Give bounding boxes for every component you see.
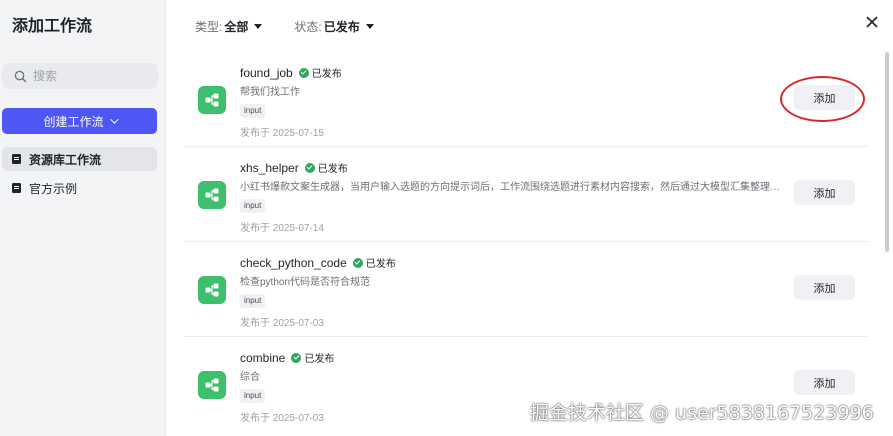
add-button[interactable]: 添加 (794, 85, 855, 110)
workflow-icon (198, 371, 226, 399)
filter-label: 类型: (195, 20, 223, 34)
publish-date: 发布于 2025-07-03 (240, 318, 324, 329)
input-tag: input (240, 199, 266, 213)
workflow-name: xhs_helper (240, 160, 299, 175)
dialog-title: 添加工作流 (12, 18, 93, 35)
add-button[interactable]: 添加 (794, 370, 855, 395)
create-workflow-label: 创建工作流 (43, 114, 104, 129)
filter-value: 已发布 (323, 20, 360, 34)
input-tag: input (240, 104, 266, 118)
scrollbar-thumb[interactable] (885, 52, 889, 252)
create-workflow-button[interactable]: 创建工作流 (2, 108, 157, 134)
nav-item-library-workflows[interactable]: 资源库工作流 (2, 147, 157, 171)
workflow-row: check_python_code 已发布 检查python代码是否符合规范 i… (184, 242, 868, 337)
status-badge: 已发布 (304, 160, 348, 175)
publish-date: 发布于 2025-07-03 (240, 413, 324, 424)
document-icon (12, 183, 21, 193)
status-filter[interactable]: 状态: 已发布 (294, 18, 374, 35)
workflow-row: xhs_helper 已发布 小红书爆款文案生成器，当用户输入选题的方向提示词后… (184, 147, 868, 242)
sidebar: 添加工作流 创建工作流 资源库工作流 官方示例 (0, 0, 166, 436)
workflow-name: check_python_code (240, 255, 347, 270)
search-input[interactable] (33, 69, 143, 83)
status-badge: 已发布 (291, 350, 334, 365)
filter-label: 状态: (294, 20, 322, 34)
nav-item-label: 资源库工作流 (29, 152, 102, 167)
type-filter[interactable]: 类型: 全部 (195, 18, 263, 35)
publish-date: 发布于 2025-07-14 (240, 223, 324, 234)
workflow-description: 检查python代码是否符合规范 (240, 277, 371, 288)
input-tag: input (240, 294, 266, 308)
workflow-icon (198, 86, 226, 114)
workflow-name: combine (240, 350, 286, 365)
workflow-icon (198, 276, 226, 304)
close-icon (866, 16, 878, 28)
watermark: 掘金技术社区 @ user5838167523996 (530, 402, 874, 424)
check-circle-icon (352, 257, 363, 268)
workflow-icon (198, 181, 226, 209)
nav-item-label: 官方示例 (29, 181, 78, 196)
workflow-description: 帮我们找工作 (240, 87, 300, 98)
scrollbar[interactable] (884, 52, 889, 436)
caret-down-icon (365, 24, 374, 29)
close-button[interactable] (864, 14, 880, 30)
check-circle-icon (304, 162, 315, 173)
search-icon (14, 70, 27, 82)
status-badge: 已发布 (352, 255, 396, 270)
workflow-description: 小红书爆款文案生成器，当用户输入选题的方向提示词后，工作流围绕选题进行素材内容搜… (240, 182, 780, 193)
check-circle-icon (298, 67, 309, 78)
check-circle-icon (291, 352, 302, 363)
publish-date: 发布于 2025-07-15 (240, 128, 324, 139)
search-box[interactable] (2, 63, 158, 89)
workflow-list: found_job 已发布 帮我们找工作 input 发布于 2025-07-1… (184, 52, 868, 432)
filter-bar: 类型: 全部 状态: 已发布 (195, 18, 406, 35)
caret-down-icon (254, 24, 263, 29)
nav-item-official-examples[interactable]: 官方示例 (2, 176, 157, 200)
chevron-down-icon (109, 115, 119, 124)
filter-value: 全部 (224, 20, 249, 34)
input-tag: input (240, 389, 266, 403)
status-badge: 已发布 (298, 65, 342, 80)
add-button[interactable]: 添加 (794, 180, 855, 205)
workflow-description: 综合 (240, 372, 260, 383)
workflow-name: found_job (240, 65, 293, 80)
document-icon (12, 154, 21, 164)
add-button[interactable]: 添加 (794, 275, 855, 300)
workflow-row: found_job 已发布 帮我们找工作 input 发布于 2025-07-1… (184, 52, 868, 147)
